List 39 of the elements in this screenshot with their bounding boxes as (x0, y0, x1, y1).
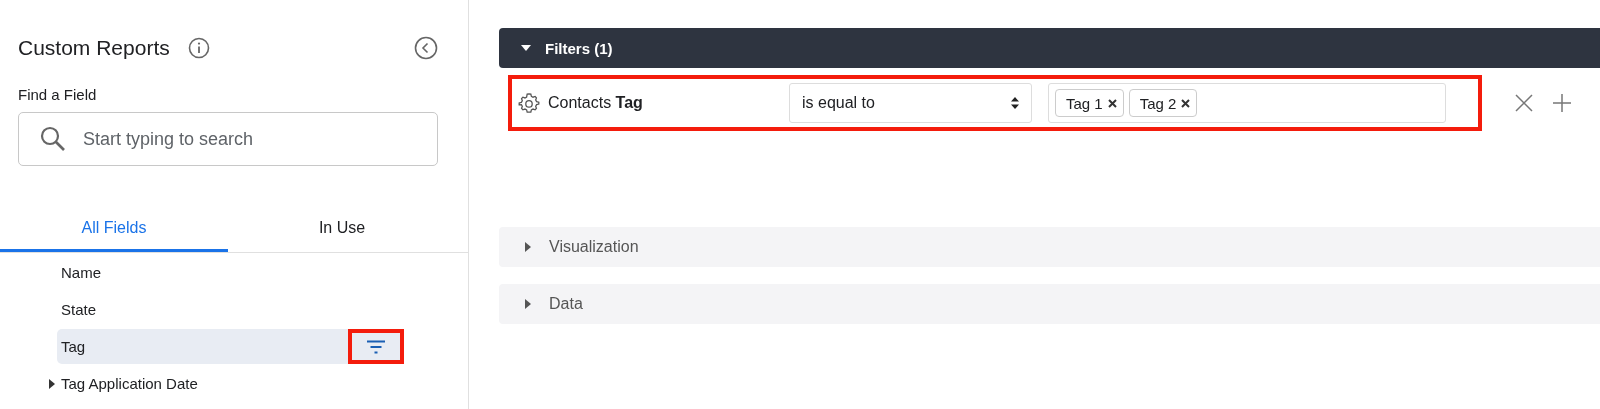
filter-icon (366, 339, 386, 354)
info-icon (187, 37, 210, 59)
search-icon (40, 126, 66, 152)
settings-icon[interactable] (518, 92, 540, 114)
expand-icon (46, 378, 57, 389)
collapse-caret-icon (521, 43, 531, 53)
expand-icon (523, 299, 533, 309)
panel-title: Custom Reports (18, 36, 170, 60)
search-field[interactable]: Start typing to search (18, 112, 438, 166)
filter-button[interactable] (348, 329, 404, 364)
filter-field-name: Contacts Tag (548, 94, 644, 112)
tag-chip: Tag 2 (1128, 89, 1198, 117)
field-item[interactable]: State (57, 292, 404, 327)
field-name: Name (61, 264, 102, 281)
field-name: Tag Application Date (61, 375, 199, 392)
field-item[interactable]: Tag Application Date (57, 366, 404, 401)
field-name: State (61, 301, 98, 318)
tab[interactable]: All Fields (0, 212, 228, 252)
tag-chip: Tag 1 (1055, 89, 1124, 117)
values-field[interactable]: Tag 1 Tag 2 (1048, 83, 1446, 123)
expand-icon (523, 242, 533, 252)
section-title: Data (549, 295, 583, 313)
operator-select[interactable]: is equal to (789, 83, 1032, 123)
field-item[interactable]: Name (57, 255, 404, 290)
field-item[interactable]: Tag (57, 329, 404, 364)
section-title: Visualization (549, 238, 639, 256)
remove-icon[interactable] (1181, 98, 1191, 108)
section-header[interactable]: Visualization (499, 227, 1600, 267)
collapse-icon[interactable] (414, 36, 438, 60)
add-button[interactable] (1552, 93, 1572, 113)
tab[interactable]: In Use (228, 212, 456, 252)
sort-arrows-icon (1011, 97, 1019, 109)
field-label: Find a Field (18, 86, 98, 103)
filters-title: Filters (1) (545, 39, 613, 57)
section-header[interactable]: Data (499, 284, 1600, 324)
close-button[interactable] (1514, 93, 1534, 113)
remove-icon[interactable] (1107, 98, 1117, 108)
filters-header[interactable]: Filters (1) (499, 28, 1600, 68)
field-name: Tag (61, 338, 87, 355)
